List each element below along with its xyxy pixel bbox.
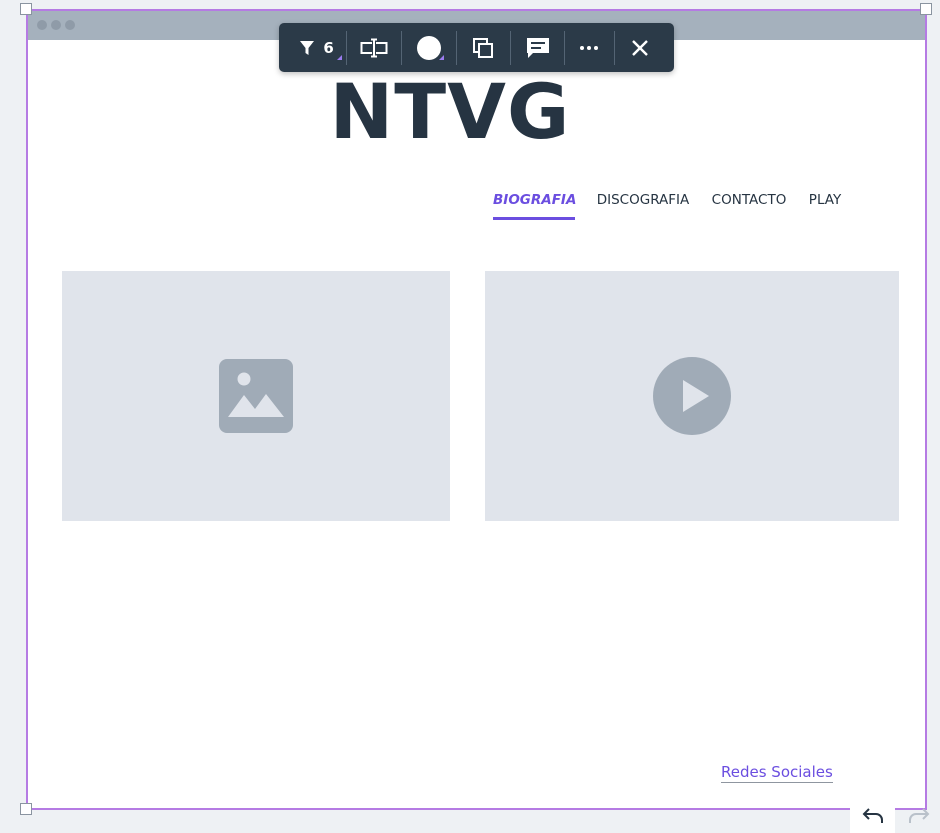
site-title: NTVG (329, 67, 571, 156)
play-icon (653, 357, 731, 435)
window-dot-icon (51, 20, 61, 30)
resize-handle-top-right[interactable] (920, 3, 932, 15)
nav-item-contacto[interactable]: CONTACTO (711, 183, 787, 221)
image-placeholder[interactable] (62, 271, 450, 521)
resize-handle-bottom-left[interactable] (20, 803, 32, 815)
image-icon (219, 359, 293, 433)
resize-handle-top-left[interactable] (20, 3, 32, 15)
color-circle-icon (416, 35, 441, 60)
duplicate-button[interactable] (457, 23, 510, 72)
window-dot-icon (37, 20, 47, 30)
comment-button[interactable] (511, 23, 564, 72)
nav-item-label: DISCOGRAFIA (596, 192, 690, 208)
filter-count: 6 (323, 38, 334, 57)
undo-icon (862, 807, 883, 823)
window-dot-icon (65, 20, 75, 30)
filter-icon (300, 40, 315, 55)
text-field-icon (360, 38, 388, 57)
floating-toolbar: 6 (279, 23, 674, 72)
close-icon (632, 39, 649, 56)
nav-item-label: PLAY (808, 192, 842, 208)
filter-button[interactable]: 6 (287, 23, 346, 72)
close-button[interactable] (615, 23, 666, 72)
dropdown-corner-icon (438, 55, 444, 60)
redo-icon (908, 807, 929, 823)
redo-button[interactable] (897, 796, 940, 833)
active-underline (493, 217, 575, 220)
text-field-button[interactable] (347, 23, 400, 72)
color-button[interactable] (401, 23, 455, 72)
redes-sociales-link[interactable]: Redes Sociales (721, 762, 833, 783)
comment-icon (526, 37, 549, 58)
nav-item-discografia[interactable]: DISCOGRAFIA (593, 183, 693, 221)
nav-item-label: BIOGRAFIA (493, 192, 577, 208)
undo-button[interactable] (850, 796, 895, 833)
dropdown-corner-icon (337, 55, 343, 60)
nav-item-biografia[interactable]: BIOGRAFIA (493, 183, 577, 221)
nav-item-play[interactable]: PLAY (805, 183, 845, 221)
nav-item-label: CONTACTO (711, 192, 787, 208)
more-icon (580, 45, 599, 50)
more-button[interactable] (565, 23, 613, 72)
video-placeholder[interactable] (485, 271, 899, 521)
duplicate-icon (473, 37, 494, 58)
